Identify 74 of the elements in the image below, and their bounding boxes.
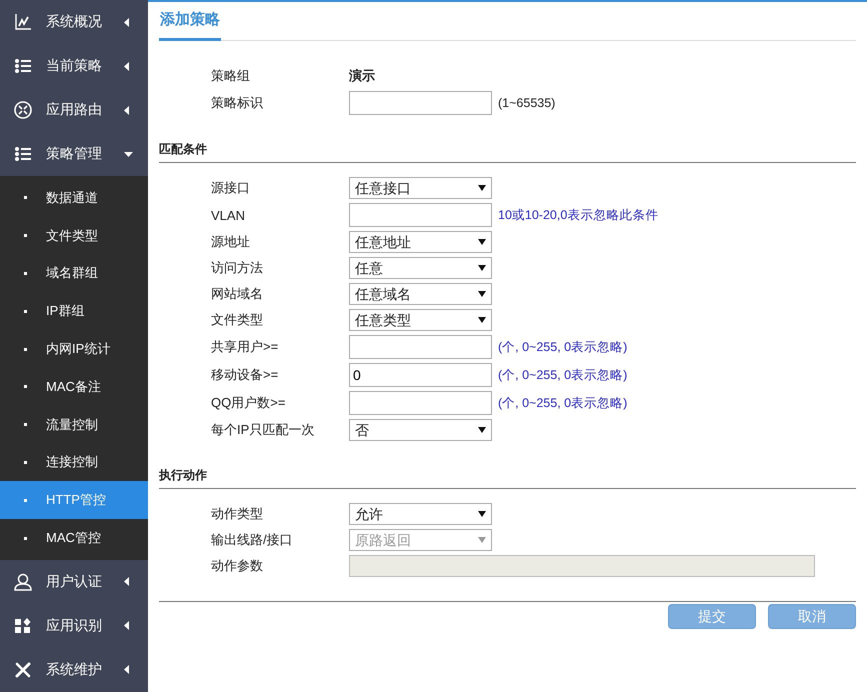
caret-down-icon xyxy=(478,537,486,543)
sidebar-item[interactable]: 系统概况 xyxy=(0,0,148,44)
field-label: VLAN xyxy=(211,208,246,222)
caret-down-icon xyxy=(478,427,486,433)
caret-left-icon xyxy=(124,577,129,586)
field-label: 动作类型 xyxy=(211,505,264,523)
sidebar-subitem[interactable]: MAC备注 xyxy=(0,368,148,406)
field-label: 文件类型 xyxy=(211,311,264,329)
field-label: 源接口 xyxy=(211,179,251,197)
dropdown[interactable]: 任意地址 xyxy=(349,231,492,253)
dropdown[interactable]: 任意接口 xyxy=(349,177,492,199)
field-label: 访问方法 xyxy=(211,259,264,277)
dropdown[interactable]: 任意 xyxy=(349,257,492,279)
sidebar-item[interactable]: 应用识别 xyxy=(0,604,148,648)
sidebar-subitem[interactable]: 文件类型 xyxy=(0,216,148,255)
sidebar-item[interactable]: 应用路由 xyxy=(0,88,148,132)
field-label: 移动设备>= xyxy=(211,366,280,384)
sidebar-subitem[interactable]: 数据通道 xyxy=(0,179,148,217)
input-field[interactable] xyxy=(349,203,492,227)
sidebar-subitem[interactable]: 连接控制 xyxy=(0,444,148,482)
caret-left-icon xyxy=(124,106,129,114)
input-field[interactable] xyxy=(349,391,492,415)
input-field[interactable]: 0 xyxy=(349,363,492,387)
caret-left-icon xyxy=(124,62,129,70)
input-field[interactable] xyxy=(349,335,492,359)
sliders-icon xyxy=(15,147,31,161)
sliders-icon xyxy=(15,59,31,73)
dropdown[interactable]: 任意域名 xyxy=(349,283,492,305)
caret-down-icon xyxy=(478,239,486,245)
caret-down-icon xyxy=(478,291,486,297)
user-icon xyxy=(14,572,32,591)
field-label: 动作参数 xyxy=(211,557,264,575)
dropdown[interactable]: 允许 xyxy=(349,503,492,525)
field-label: 共享用户>= xyxy=(211,338,280,356)
dropdown[interactable]: 否 xyxy=(349,419,492,441)
sidebar-item[interactable]: 系统维护 xyxy=(0,648,148,692)
sidebar-subitem[interactable]: HTTP管控 xyxy=(0,481,148,520)
sidebar-subitem[interactable]: MAC管控 xyxy=(0,519,148,557)
section-title: 匹配条件 xyxy=(159,141,856,163)
sidebar-item[interactable]: 当前策略 xyxy=(0,44,148,88)
field-label: 策略组 xyxy=(211,67,251,85)
sidebar-item[interactable]: 策略管理 xyxy=(0,132,148,176)
sidebar-subitem[interactable]: IP群组 xyxy=(0,292,148,330)
sidebar-item[interactable]: 用户认证 xyxy=(0,560,148,604)
field-hint: (个, 0~255, 0表示忽略) xyxy=(498,338,628,356)
grid-icon xyxy=(15,618,31,634)
caret-down-icon xyxy=(124,152,133,156)
caret-left-icon xyxy=(124,18,129,26)
field-hint: (个, 0~255, 0表示忽略) xyxy=(498,394,628,412)
section-title: 执行动作 xyxy=(159,467,856,489)
caret-down-icon xyxy=(478,265,486,271)
field-hint: (个, 0~255, 0表示忽略) xyxy=(498,366,628,384)
field-value: 演示 xyxy=(349,67,375,85)
field-label: QQ用户数>= xyxy=(211,394,286,412)
line-chart-icon xyxy=(14,13,32,31)
tools-icon xyxy=(14,660,32,679)
field-hint: 10或10-20,0表示忽略此条件 xyxy=(498,206,658,224)
field-label: 每个IP只匹配一次 xyxy=(211,421,316,439)
network-circle-icon xyxy=(14,101,32,119)
field-label: 源地址 xyxy=(211,233,251,251)
sidebar-subitem[interactable]: 流量控制 xyxy=(0,406,148,444)
sidebar-subitem[interactable]: 内网IP统计 xyxy=(0,330,148,368)
caret-down-icon xyxy=(478,185,486,191)
field-label: 策略标识 xyxy=(211,94,264,112)
field-label: 输出线路/接口 xyxy=(211,531,294,549)
field-hint: (1~65535) xyxy=(498,96,556,110)
dropdown[interactable]: 任意类型 xyxy=(349,309,492,331)
field-label: 网站域名 xyxy=(211,285,264,303)
sidebar-subitem[interactable]: 域名群组 xyxy=(0,254,148,292)
caret-left-icon xyxy=(124,665,129,674)
input-field[interactable] xyxy=(349,91,492,115)
caret-left-icon xyxy=(124,621,129,630)
caret-down-icon xyxy=(478,511,486,517)
caret-down-icon xyxy=(478,317,486,323)
